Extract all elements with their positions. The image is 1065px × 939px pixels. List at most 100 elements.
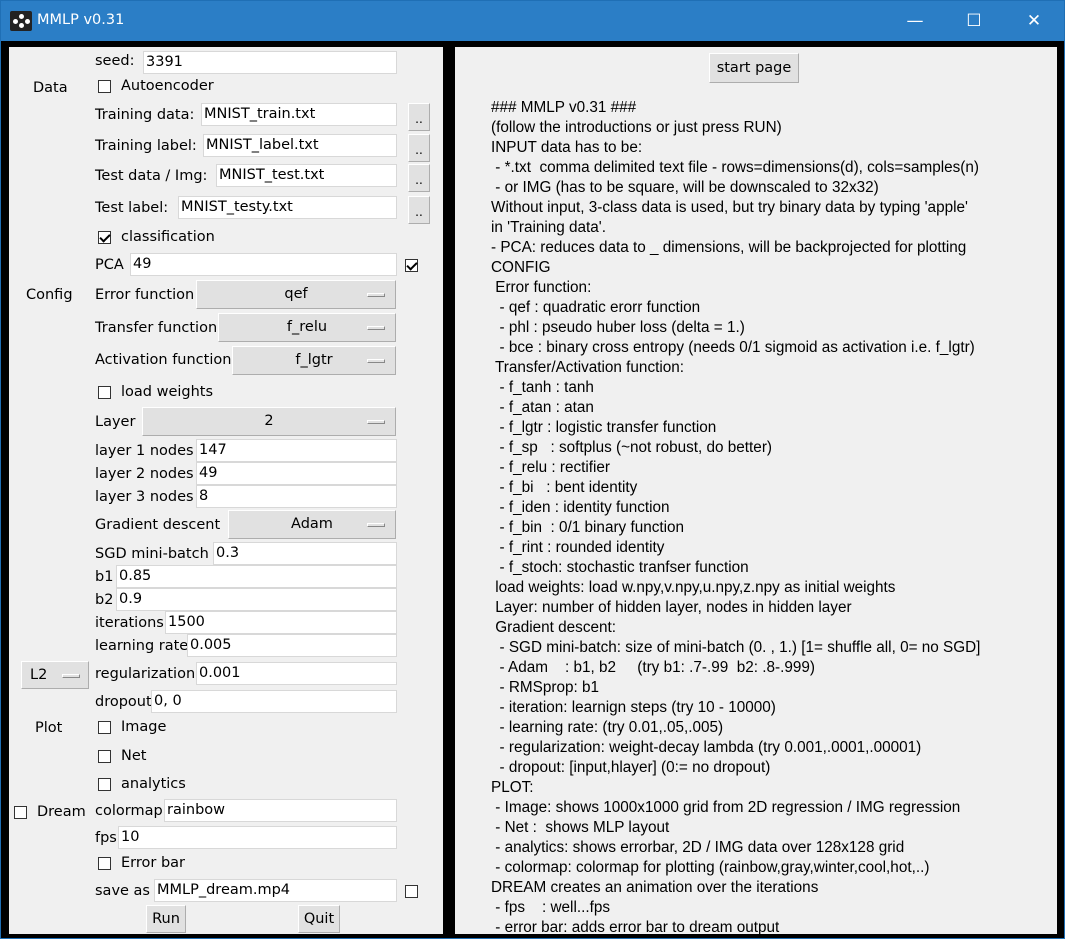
browse-test-label-button[interactable]: .. — [408, 196, 430, 224]
autoencoder-checkbox[interactable] — [98, 80, 111, 93]
seed-label: seed: — [95, 53, 135, 69]
error-bar-label: Error bar — [121, 855, 186, 871]
analytics-checkbox[interactable] — [98, 778, 111, 791]
gradient-descent-value: Adam — [291, 516, 333, 532]
app-network-icon — [10, 11, 32, 31]
menu-indicator-icon — [367, 359, 385, 363]
net-checkbox[interactable] — [98, 750, 111, 763]
section-data-label: Data — [33, 80, 68, 96]
layer-label: Layer — [95, 414, 136, 430]
regularization-label: regularization — [95, 666, 196, 682]
sgd-input[interactable]: 0.3 — [213, 542, 397, 565]
section-dream-label: Dream — [37, 804, 86, 820]
iterations-input[interactable]: 1500 — [165, 611, 397, 634]
pca-label: PCA — [95, 257, 124, 273]
training-data-label: Training data: — [95, 107, 195, 123]
classification-checkbox[interactable] — [98, 231, 111, 244]
menu-indicator-icon — [62, 674, 80, 678]
start-page-button[interactable]: start page — [709, 53, 799, 83]
image-label: Image — [121, 719, 167, 735]
regularization-input[interactable]: 0.001 — [196, 662, 397, 685]
window-title: MMLP v0.31 — [37, 12, 125, 28]
training-data-input[interactable]: MNIST_train.txt — [201, 103, 397, 126]
error-function-menu[interactable]: qef — [196, 280, 396, 309]
activation-function-value: f_lgtr — [295, 352, 333, 368]
transfer-function-value: f_relu — [286, 319, 328, 335]
transfer-function-label: Transfer function — [95, 320, 218, 336]
training-label-input[interactable]: MNIST_label.txt — [203, 134, 397, 157]
gradient-descent-label: Gradient descent — [95, 517, 221, 533]
autoencoder-label: Autoencoder — [121, 78, 214, 94]
section-config-label: Config — [26, 287, 73, 303]
layer3-nodes-input[interactable]: 8 — [196, 485, 397, 508]
transfer-function-menu[interactable]: f_relu — [218, 313, 396, 342]
layer-menu[interactable]: 2 — [142, 407, 396, 436]
load-weights-label: load weights — [121, 384, 214, 400]
colormap-input[interactable]: rainbow — [164, 799, 397, 822]
error-bar-checkbox[interactable] — [98, 857, 111, 870]
menu-indicator-icon — [367, 420, 385, 424]
layer1-nodes-label: layer 1 nodes — [95, 443, 194, 459]
seed-input[interactable]: 3391 — [143, 51, 397, 74]
colormap-label: colormap — [95, 803, 163, 819]
pca-input[interactable]: 49 — [130, 253, 397, 276]
browse-test-data-button[interactable]: .. — [408, 164, 430, 192]
content-area: Data seed: 3391 Autoencoder Training dat… — [1, 41, 1064, 938]
iterations-label: iterations — [95, 615, 164, 631]
test-data-input[interactable]: MNIST_test.txt — [216, 164, 397, 187]
settings-panel: Data seed: 3391 Autoencoder Training dat… — [9, 47, 443, 934]
fps-input[interactable]: 10 — [118, 826, 397, 849]
classification-label: classification — [121, 229, 215, 245]
help-panel: start page ### MMLP v0.31 ### (follow th… — [455, 47, 1057, 934]
activation-function-menu[interactable]: f_lgtr — [232, 346, 396, 375]
app-window: MMLP v0.31 — ☐ ✕ Data seed: 3391 Autoenc… — [0, 0, 1065, 939]
activation-function-label: Activation function — [95, 352, 232, 368]
dropout-label: dropout — [95, 694, 152, 710]
save-as-input[interactable]: MMLP_dream.mp4 — [154, 879, 397, 902]
pca-checkbox[interactable] — [405, 259, 418, 272]
save-as-label: save as — [95, 883, 150, 899]
test-data-label: Test data / Img: — [95, 168, 208, 184]
layer3-nodes-label: layer 3 nodes — [95, 489, 194, 505]
layer2-nodes-input[interactable]: 49 — [196, 462, 397, 485]
test-label-input[interactable]: MNIST_testy.txt — [178, 196, 397, 219]
help-text: ### MMLP v0.31 ### (follow the introduct… — [491, 99, 981, 934]
learning-rate-label: learning rate — [95, 638, 189, 654]
close-icon[interactable]: ✕ — [1011, 1, 1057, 41]
menu-indicator-icon — [367, 293, 385, 297]
load-weights-checkbox[interactable] — [98, 386, 111, 399]
quit-button[interactable]: Quit — [298, 905, 340, 933]
run-button[interactable]: Run — [146, 905, 186, 933]
browse-training-data-button[interactable]: .. — [408, 103, 430, 131]
fps-label: fps — [95, 830, 117, 846]
dream-checkbox[interactable] — [14, 806, 27, 819]
menu-indicator-icon — [367, 523, 385, 527]
save-as-checkbox[interactable] — [405, 885, 418, 898]
b2-label: b2 — [95, 592, 114, 608]
title-bar[interactable]: MMLP v0.31 — ☐ ✕ — [1, 1, 1064, 41]
section-plot-label: Plot — [35, 720, 63, 736]
sgd-label: SGD mini-batch — [95, 546, 209, 562]
analytics-label: analytics — [121, 776, 186, 792]
b1-input[interactable]: 0.85 — [116, 565, 397, 588]
gradient-descent-menu[interactable]: Adam — [228, 510, 396, 539]
menu-indicator-icon — [367, 326, 385, 330]
learning-rate-input[interactable]: 0.005 — [187, 634, 397, 657]
image-checkbox[interactable] — [98, 721, 111, 734]
layer2-nodes-label: layer 2 nodes — [95, 466, 194, 482]
maximize-icon[interactable]: ☐ — [951, 1, 997, 41]
dropout-input[interactable]: 0, 0 — [151, 690, 397, 713]
b1-label: b1 — [95, 569, 114, 585]
error-function-value: qef — [284, 286, 308, 302]
test-label-label: Test label: — [95, 200, 169, 216]
regularization-type-menu[interactable]: L2 — [21, 661, 89, 689]
training-label-label: Training label: — [95, 138, 197, 154]
layer-value: 2 — [264, 413, 274, 429]
net-label: Net — [121, 748, 147, 764]
layer1-nodes-input[interactable]: 147 — [196, 439, 397, 462]
regularization-type-value: L2 — [30, 667, 48, 683]
browse-training-label-button[interactable]: .. — [408, 134, 430, 162]
b2-input[interactable]: 0.9 — [116, 588, 397, 611]
minimize-icon[interactable]: — — [892, 1, 938, 41]
error-function-label: Error function — [95, 287, 195, 303]
